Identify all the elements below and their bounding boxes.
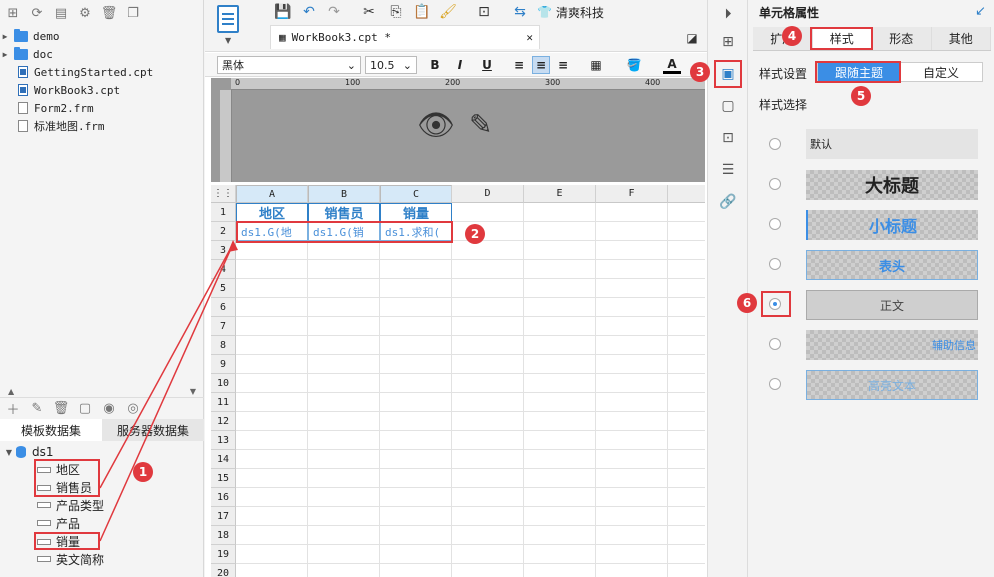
annotation-arrow xyxy=(99,240,238,542)
step-badge-1: 1 xyxy=(133,462,153,482)
step-badge-5: 5 xyxy=(851,86,871,106)
step-badge-6: 6 xyxy=(737,293,757,313)
step-badge-2: 2 xyxy=(465,224,485,244)
step-badge-4: 4 xyxy=(782,26,802,46)
step-badge-3: 3 xyxy=(690,62,710,82)
